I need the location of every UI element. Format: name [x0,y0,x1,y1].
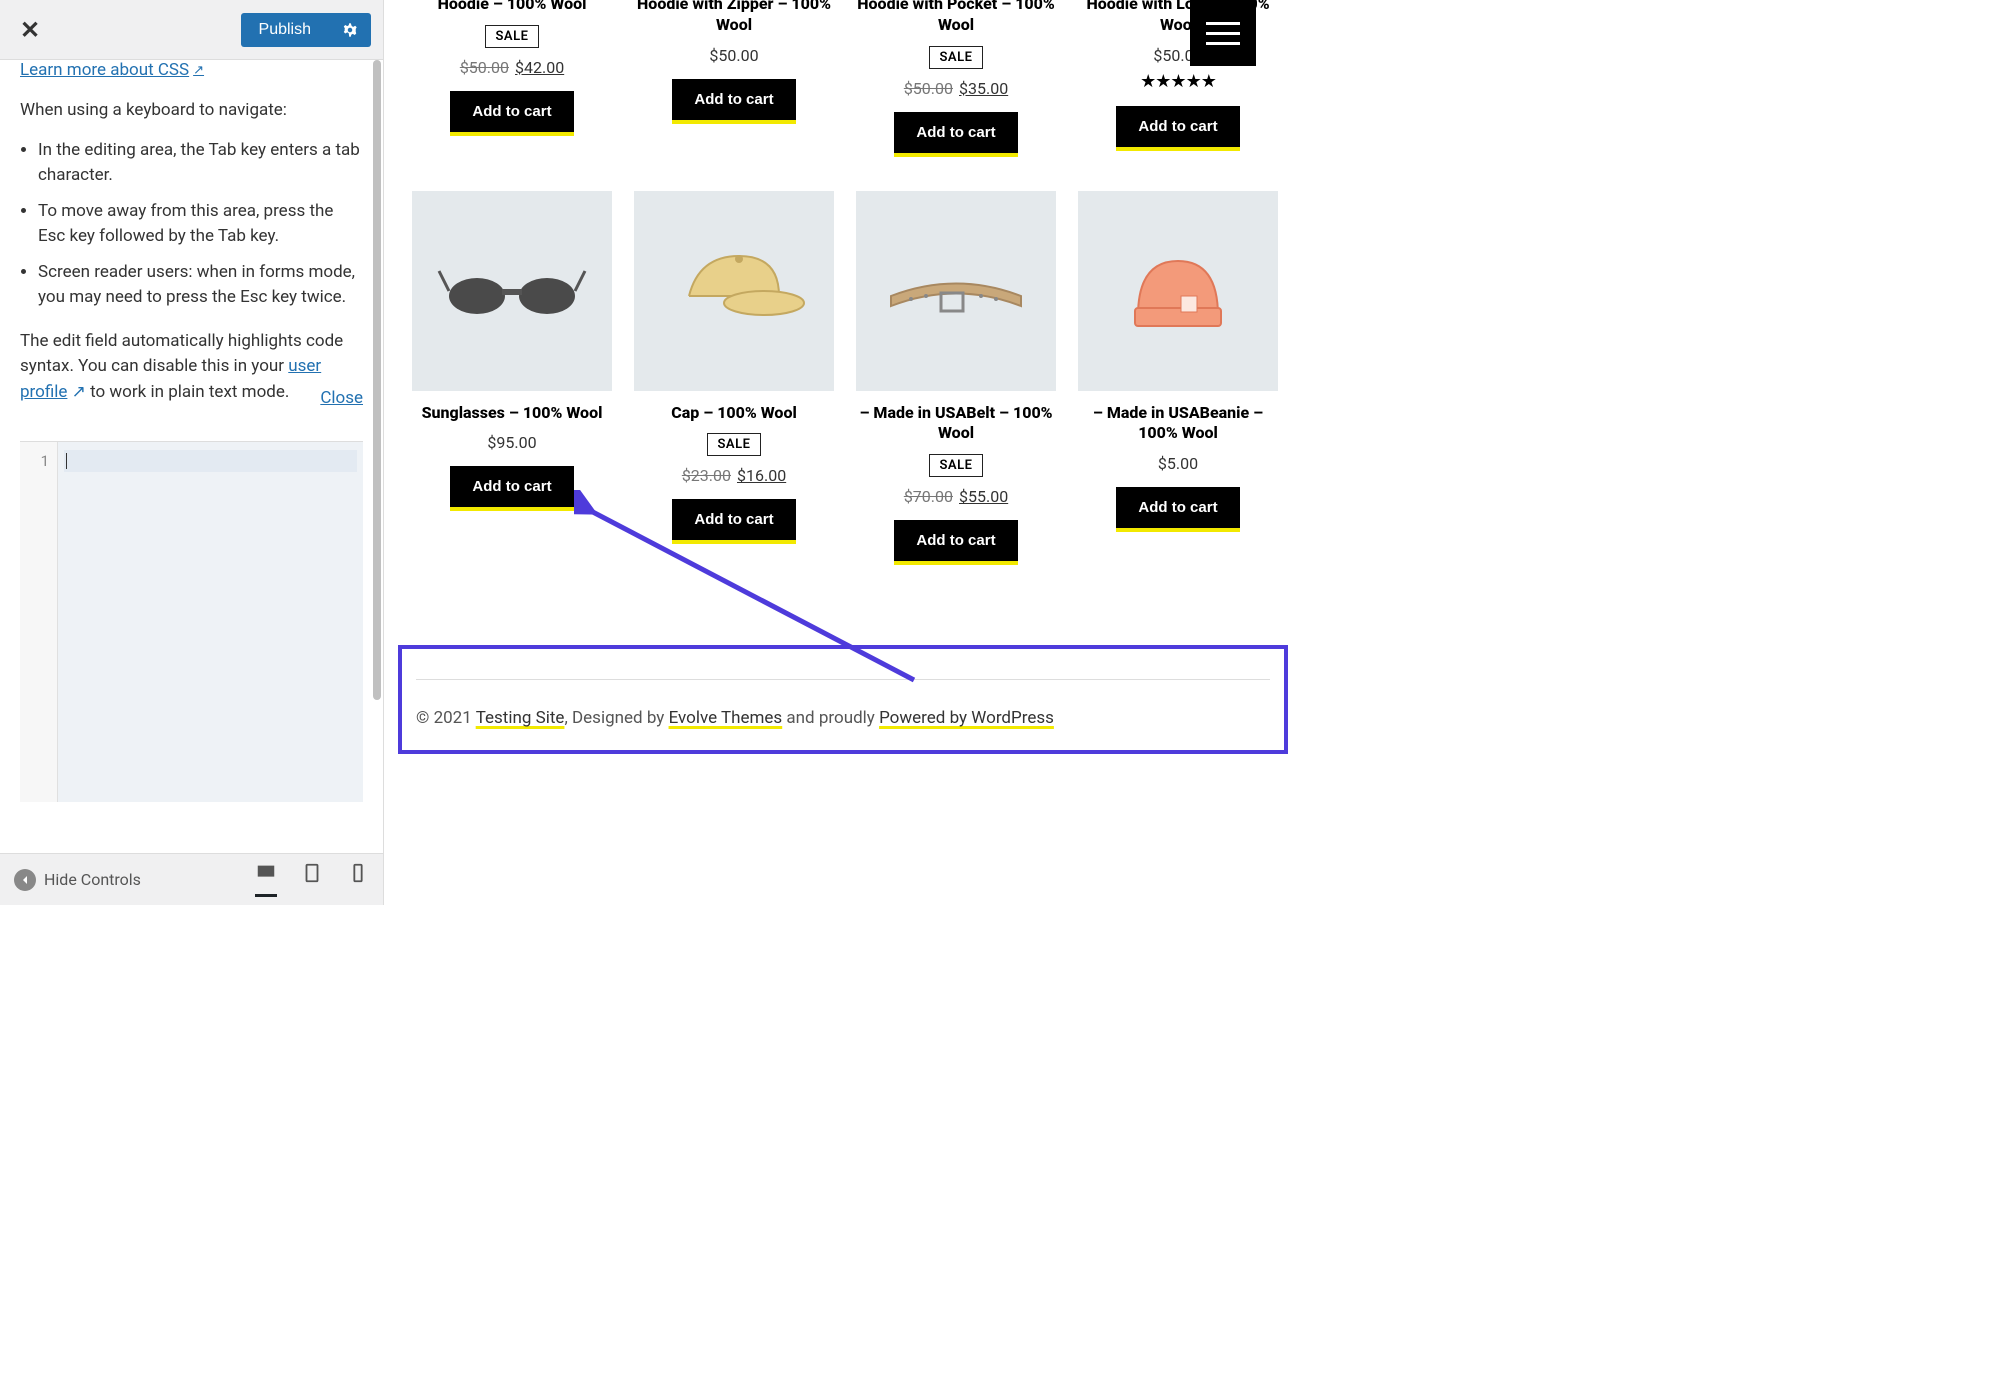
sale-badge: SALE [707,433,762,456]
sidebar-body: Learn more about CSS ↗ When using a keyb… [0,60,383,853]
help-bullet: In the editing area, the Tab key enters … [38,138,363,189]
text-cursor [66,453,67,469]
css-code-input[interactable] [58,442,363,802]
site-preview: Hoodie – 100% Wool SALE $50.00$42.00 Add… [384,0,1316,905]
sidebar-header: ✕ Publish [0,0,383,60]
beanie-icon [1103,231,1253,351]
product-title: – Made in USABeanie – 100% Wool [1078,403,1278,445]
theme-link[interactable]: Evolve Themes [669,708,783,728]
css-editor: 1 [20,441,363,802]
add-to-cart-button[interactable]: Add to cart [450,466,573,511]
keyboard-intro: When using a keyboard to navigate: [20,98,363,124]
settings-gear-button[interactable] [329,13,371,47]
product-price: $5.00 [1158,454,1198,473]
product-title: Hoodie with Zipper – 100% Wool [634,0,834,36]
hamburger-menu-button[interactable] [1190,0,1256,66]
product-card[interactable]: – Made in USABelt – 100% Wool SALE $70.0… [856,191,1056,566]
product-title: Sunglasses – 100% Wool [422,403,603,424]
product-title: Cap – 100% Wool [671,403,797,424]
product-title: Hoodie – 100% Wool [438,0,587,15]
add-to-cart-button[interactable]: Add to cart [1116,106,1239,151]
product-card[interactable]: Sunglasses – 100% Wool $95.00 Add to car… [412,191,612,566]
help-bullet: Screen reader users: when in forms mode,… [38,260,363,311]
product-title: – Made in USABelt – 100% Wool [856,403,1056,445]
product-price: $95.00 [487,433,536,452]
keyboard-help-list: In the editing area, the Tab key enters … [20,138,363,311]
publish-group: Publish [241,13,371,47]
product-image [412,191,612,391]
customizer-sidebar: ✕ Publish Learn more about CSS ↗ When us… [0,0,384,905]
desktop-icon[interactable] [255,862,277,897]
close-icon[interactable]: ✕ [12,12,48,48]
product-card[interactable]: Hoodie with Pocket – 100% Wool SALE $50.… [856,0,1056,157]
sidebar-footer: Hide Controls [0,853,383,905]
product-price: $50.00$42.00 [460,58,564,77]
product-card[interactable]: Hoodie – 100% Wool SALE $50.00$42.00 Add… [412,0,612,157]
footer-highlight-box: © 2021 Testing Site, Designed by Evolve … [398,645,1288,754]
gear-icon [341,21,359,39]
product-price: $50.00 [709,46,758,65]
add-to-cart-button[interactable]: Add to cart [672,79,795,124]
line-gutter: 1 [20,442,58,802]
add-to-cart-button[interactable]: Add to cart [894,112,1017,157]
add-to-cart-button[interactable]: Add to cart [450,91,573,136]
sunglasses-icon [437,231,587,351]
product-image [1078,191,1278,391]
close-help-link[interactable]: Close [320,386,363,412]
external-link-icon: ↗ [193,63,204,78]
product-price: $23.00$16.00 [682,466,786,485]
footer-divider [416,679,1270,680]
product-price: $50.00$35.00 [904,79,1008,98]
publish-button[interactable]: Publish [241,13,329,47]
sale-badge: SALE [929,46,984,69]
product-price: $70.00$55.00 [904,487,1008,506]
sale-badge: SALE [929,454,984,477]
site-link[interactable]: Testing Site [476,708,565,728]
product-row: Sunglasses – 100% Wool $95.00 Add to car… [384,191,1316,566]
powered-by-link[interactable]: Powered by WordPress [879,708,1054,728]
external-link-icon: ↗ [72,382,86,402]
product-image [634,191,834,391]
add-to-cart-button[interactable]: Add to cart [894,520,1017,565]
mobile-icon[interactable] [347,862,369,897]
syntax-highlight-note: The edit field automatically highlights … [20,329,363,412]
help-bullet: To move away from this area, press the E… [38,199,363,250]
product-card[interactable]: Hoodie with Zipper – 100% Wool $50.00 Ad… [634,0,834,157]
product-card[interactable]: – Made in USABeanie – 100% Wool $5.00 Ad… [1078,191,1278,566]
device-preview-icons [255,862,369,897]
cap-icon [659,231,809,351]
belt-icon [881,231,1031,351]
hide-controls-button[interactable]: Hide Controls [14,869,141,891]
add-to-cart-button[interactable]: Add to cart [1116,487,1239,532]
product-title: Hoodie with Pocket – 100% Wool [856,0,1056,36]
footer-copyright: © 2021 Testing Site, Designed by Evolve … [416,708,1270,728]
learn-more-link[interactable]: Learn more about CSS ↗ [20,60,204,80]
product-image [856,191,1056,391]
add-to-cart-button[interactable]: Add to cart [672,499,795,544]
product-row: Hoodie – 100% Wool SALE $50.00$42.00 Add… [384,0,1316,157]
product-card[interactable]: Cap – 100% Wool SALE $23.00$16.00 Add to… [634,191,834,566]
star-rating: ★★★★★ [1140,71,1216,92]
collapse-icon [14,869,36,891]
scrollbar[interactable] [373,60,381,700]
tablet-icon[interactable] [301,862,323,897]
sale-badge: SALE [485,25,540,48]
